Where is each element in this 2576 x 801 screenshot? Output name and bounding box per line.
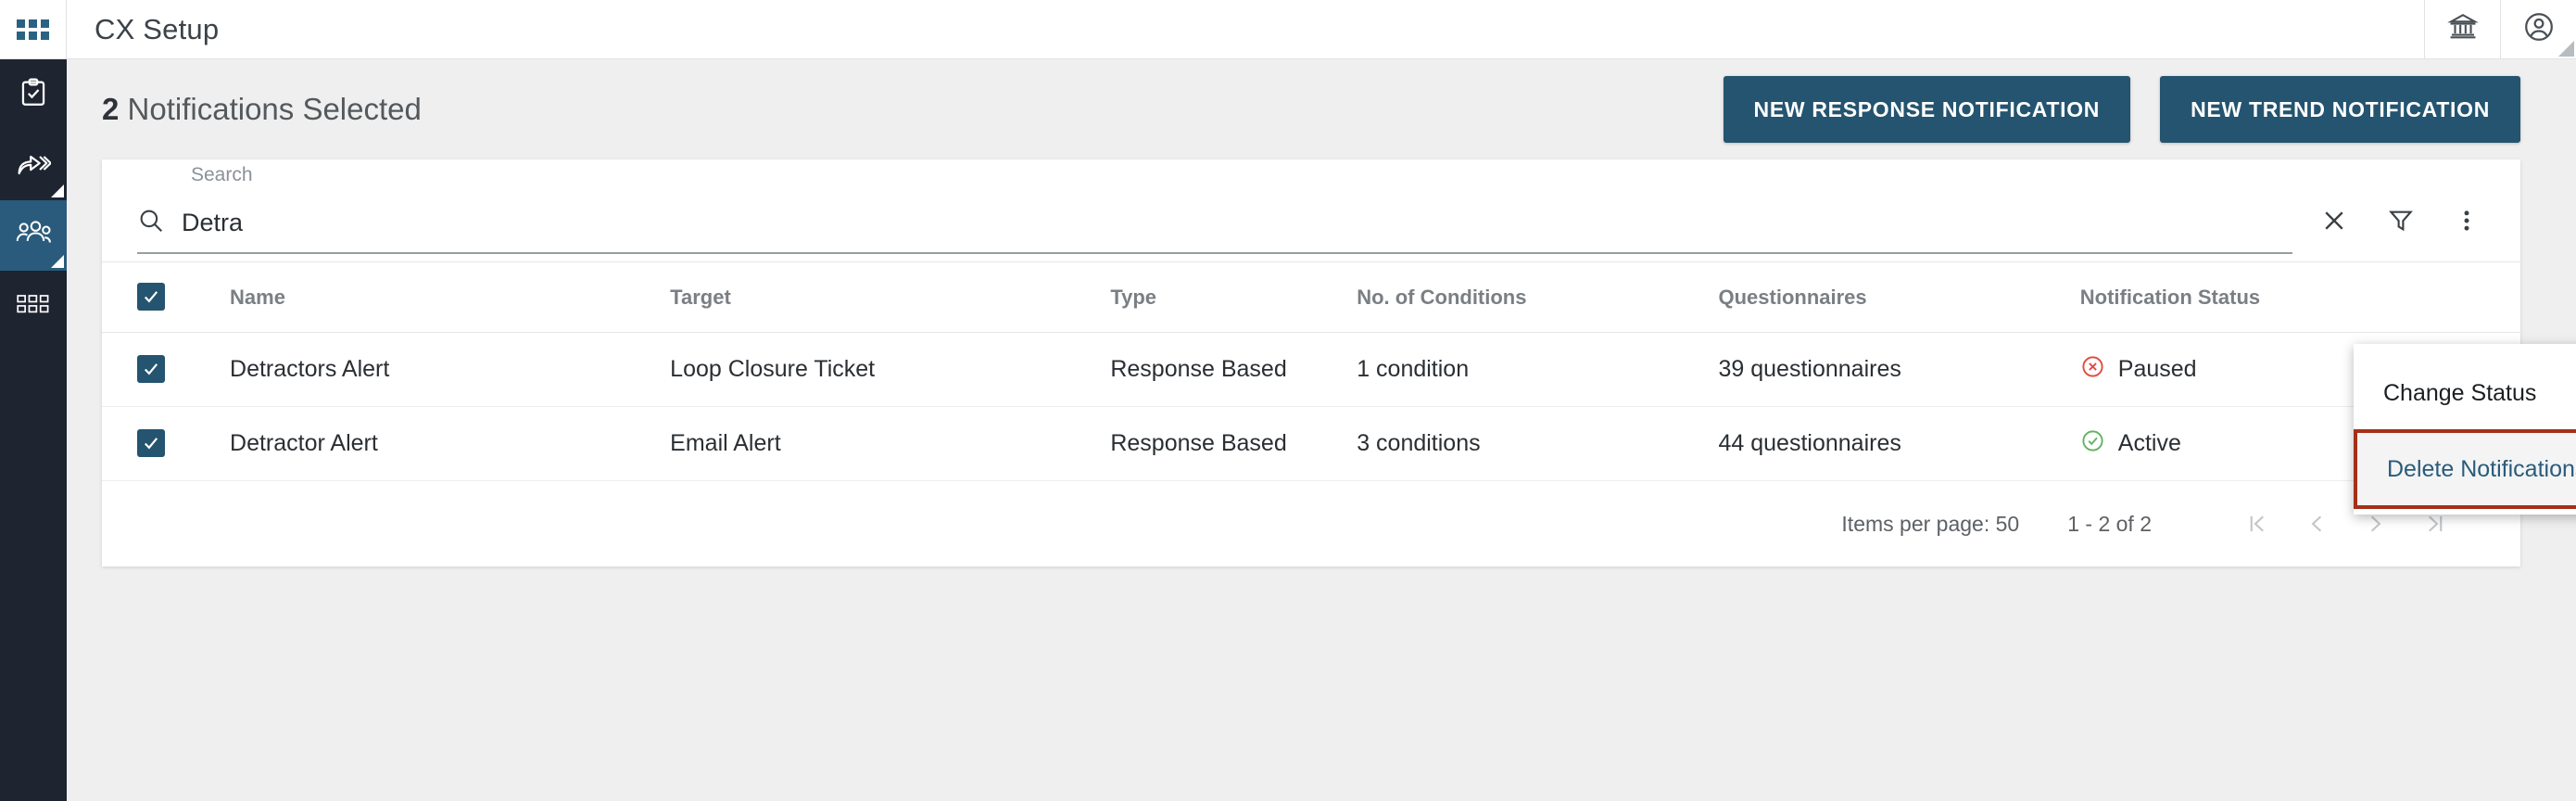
row-select-cell <box>102 406 231 481</box>
search-underline <box>137 252 2292 254</box>
clear-search-button[interactable] <box>2320 207 2348 239</box>
cell-type: Response Based <box>1110 332 1357 407</box>
menu-item-change-status[interactable]: Change Status <box>2354 357 2576 429</box>
row-checkbox[interactable] <box>137 428 165 457</box>
selection-title: 2 Notifications Selected <box>102 92 422 127</box>
row-checkbox[interactable] <box>137 354 165 383</box>
new-response-notification-button[interactable]: NEW RESPONSE NOTIFICATION <box>1723 76 2131 143</box>
filter-button[interactable] <box>2387 207 2415 239</box>
context-menu: Change Status Delete Notifications <box>2354 344 2576 515</box>
menu-item-label: Delete Notifications <box>2387 455 2576 482</box>
page-header: 2 Notifications Selected NEW RESPONSE NO… <box>67 59 2576 159</box>
close-x-icon <box>2320 207 2348 239</box>
sidebar-item-share[interactable] <box>0 130 67 200</box>
cell-questionnaires: 44 questionnaires <box>1718 406 2080 481</box>
bank-institution-button[interactable] <box>2424 0 2500 58</box>
grid-modules-icon <box>17 293 50 320</box>
page-range-label: 1 - 2 of 2 <box>2067 511 2152 536</box>
items-per-page-label[interactable]: Items per page: 50 <box>1841 512 2019 537</box>
notifications-table: Name Target Type No. of Conditions Quest… <box>102 261 2520 481</box>
sidebar-expand-indicator <box>51 184 64 197</box>
search-tools <box>2292 207 2485 261</box>
table-body: Detractors Alert Loop Closure Ticket Res… <box>102 332 2520 481</box>
cell-name: Detractors Alert <box>230 332 671 407</box>
apps-grid-button[interactable] <box>0 0 67 58</box>
main-content: 2 Notifications Selected NEW RESPONSE NO… <box>67 59 2576 801</box>
filter-funnel-icon <box>2387 207 2415 239</box>
cell-name: Detractor Alert <box>230 406 671 481</box>
first-page-button[interactable] <box>2228 494 2287 553</box>
column-header-questionnaires[interactable]: Questionnaires <box>1718 261 2080 333</box>
search-input[interactable] <box>182 209 738 237</box>
menu-item-label: Change Status <box>2383 379 2537 406</box>
sidebar-item-surveys[interactable] <box>0 59 67 130</box>
search-label: Search <box>191 164 253 185</box>
select-all-header <box>102 261 231 333</box>
search-field-wrapper: Search <box>137 164 2292 261</box>
cell-target: Loop Closure Ticket <box>670 332 1111 407</box>
header-actions: NEW RESPONSE NOTIFICATION NEW TREND NOTI… <box>1723 76 2520 143</box>
sidebar-item-dashboard[interactable] <box>0 271 67 341</box>
cell-questionnaires: 39 questionnaires <box>1718 332 2080 407</box>
column-header-type[interactable]: Type <box>1110 261 1357 333</box>
cell-conditions: 3 conditions <box>1357 406 1719 481</box>
bank-institution-icon <box>2446 11 2479 47</box>
menu-item-delete-notifications[interactable]: Delete Notifications <box>2354 429 2576 509</box>
circle-check-icon <box>2080 428 2105 460</box>
app-root: CX Setup 2 Notifications Selected NEW RE… <box>0 0 2576 801</box>
cell-type: Response Based <box>1110 406 1357 481</box>
sidebar-item-audience[interactable] <box>0 200 67 271</box>
apps-grid-icon <box>17 19 49 40</box>
cell-conditions: 1 condition <box>1357 332 1719 407</box>
sidebar-expand-indicator <box>51 255 64 268</box>
previous-page-button[interactable] <box>2287 494 2346 553</box>
page-title: CX Setup <box>95 12 220 45</box>
notifications-card: Search Detra Name Target Type No. of Con… <box>102 159 2520 566</box>
selection-title-text: Notifications Selected <box>127 92 422 126</box>
table-row[interactable]: Detractors Alert Loop Closure Ticket Res… <box>102 332 2520 407</box>
column-header-target[interactable]: Target <box>670 261 1111 333</box>
column-header-status[interactable]: Notification Status <box>2079 261 2520 333</box>
left-nav-rail <box>0 59 67 801</box>
account-circle-icon <box>2522 10 2556 48</box>
column-header-name[interactable]: Name <box>230 261 671 333</box>
more-vertical-icon <box>2454 208 2480 238</box>
resize-corner-indicator <box>2558 41 2574 57</box>
row-select-cell <box>102 332 231 407</box>
table-header-row: Name Target Type No. of Conditions Quest… <box>102 261 2520 333</box>
selected-count: 2 <box>102 92 120 126</box>
status-label: Active <box>2117 430 2181 456</box>
table-row[interactable]: Detractor Alert Email Alert Response Bas… <box>102 406 2520 481</box>
status-label: Paused <box>2117 356 2197 382</box>
table-header: Name Target Type No. of Conditions Quest… <box>102 261 2520 333</box>
search-icon <box>137 207 165 239</box>
more-options-button[interactable] <box>2454 208 2480 238</box>
share-forward-icon <box>16 147 52 184</box>
circle-x-icon <box>2080 354 2105 386</box>
top-bar: CX Setup <box>0 0 2576 59</box>
column-header-conditions[interactable]: No. of Conditions <box>1357 261 1719 333</box>
new-trend-notification-button[interactable]: NEW TREND NOTIFICATION <box>2160 76 2520 143</box>
cell-target: Email Alert <box>670 406 1111 481</box>
people-group-icon <box>16 219 51 253</box>
search-row: Search <box>102 159 2520 261</box>
select-all-checkbox[interactable] <box>137 283 165 311</box>
table-footer: Items per page: 50 1 - 2 of 2 <box>102 481 2520 566</box>
clipboard-check-icon <box>18 77 49 113</box>
